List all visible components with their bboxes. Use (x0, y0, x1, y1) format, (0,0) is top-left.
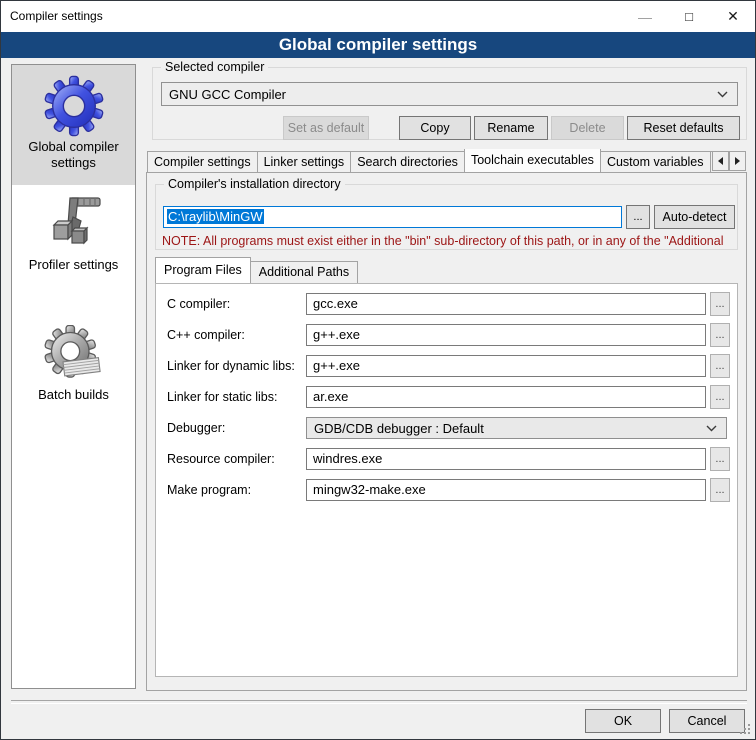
delete-button[interactable]: Delete (551, 116, 624, 140)
field-label: Make program: (167, 479, 251, 501)
auto-detect-button[interactable]: Auto-detect (654, 205, 735, 229)
field-label: Linker for dynamic libs: (167, 355, 295, 377)
c-compiler-input[interactable]: gcc.exe (306, 293, 706, 315)
cpp-compiler-input[interactable]: g++.exe (306, 324, 706, 346)
field-label: Resource compiler: (167, 448, 275, 470)
field-label: Debugger: (167, 417, 225, 439)
linker-static-row: Linker for static libs: ar.exe ... (156, 386, 737, 410)
tab-additional-paths[interactable]: Additional Paths (250, 261, 358, 283)
make-program-browse-button[interactable]: ... (710, 478, 730, 502)
copy-button[interactable]: Copy (399, 116, 471, 140)
toolchain-executables-panel: Compiler's installation directory C:\ray… (146, 172, 747, 691)
left-arrow-icon (718, 157, 723, 165)
debugger-select[interactable]: GDB/CDB debugger : Default (306, 417, 727, 439)
tab-custom-variables[interactable]: Custom variables (600, 151, 711, 172)
resource-compiler-browse-button[interactable]: ... (710, 447, 730, 471)
compiler-tabs: Compiler settings Linker settings Search… (147, 149, 712, 172)
field-label: C++ compiler: (167, 324, 245, 346)
tab-search-directories[interactable]: Search directories (350, 151, 465, 172)
tab-toolchain-executables[interactable]: Toolchain executables (464, 149, 601, 172)
group-label: Selected compiler (161, 59, 268, 75)
debugger-select-value: GDB/CDB debugger : Default (314, 421, 484, 436)
rename-button[interactable]: Rename (474, 116, 548, 140)
selected-compiler-group: Selected compiler GNU GCC Compiler Set a… (152, 67, 747, 140)
tab-scroll-right-button[interactable] (729, 151, 746, 171)
maximize-icon[interactable]: □ (667, 1, 711, 32)
program-files-tabs: Program Files Additional Paths (155, 257, 357, 283)
tab-program-files[interactable]: Program Files (155, 257, 251, 283)
window-title: Compiler settings (10, 1, 103, 32)
caption-buttons: — □ ✕ (623, 1, 755, 32)
debugger-row: Debugger: GDB/CDB debugger : Default (156, 417, 737, 441)
compiler-settings-dialog: Compiler settings — □ ✕ Global compiler … (0, 0, 756, 740)
group-label: Compiler's installation directory (164, 176, 345, 192)
footer-divider (11, 700, 747, 704)
compiler-select-value: GNU GCC Compiler (169, 87, 286, 102)
resource-compiler-input[interactable]: windres.exe (306, 448, 706, 470)
cpp-compiler-browse-button[interactable]: ... (710, 323, 730, 347)
tab-scroll-left-button[interactable] (712, 151, 729, 171)
sidebar-item-label: Profiler settings (12, 255, 135, 279)
field-label: Linker for static libs: (167, 386, 277, 408)
install-dir-browse-button[interactable]: ... (626, 205, 650, 229)
sidebar-item-profiler-settings[interactable]: Profiler settings (12, 185, 135, 301)
blue-gear-icon (12, 75, 135, 137)
ok-button[interactable]: OK (585, 709, 661, 733)
install-dir-input[interactable]: C:\raylib\MinGW (163, 206, 622, 228)
sidebar-item-label: Batch builds (12, 385, 135, 409)
note-text: NOTE: All programs must exist either in … (162, 234, 733, 248)
resource-compiler-row: Resource compiler: windres.exe ... (156, 448, 737, 472)
sidebar-item-batch-builds[interactable]: Batch builds (12, 301, 135, 419)
chevron-down-icon (706, 425, 717, 432)
c-compiler-browse-button[interactable]: ... (710, 292, 730, 316)
install-dir-selected-text: C:\raylib\MinGW (167, 209, 264, 224)
make-program-row: Make program: mingw32-make.exe ... (156, 479, 737, 503)
tab-linker-settings[interactable]: Linker settings (257, 151, 352, 172)
gray-gear-papers-icon (12, 325, 135, 385)
linker-dynamic-row: Linker for dynamic libs: g++.exe ... (156, 355, 737, 379)
sidebar-item-label: Global compiler settings (12, 137, 135, 177)
settings-category-list: Global compiler settings (11, 64, 136, 689)
resize-grip[interactable] (748, 732, 750, 734)
c-compiler-row: C compiler: gcc.exe ... (156, 293, 737, 317)
minimize-icon[interactable]: — (623, 1, 667, 32)
field-label: C compiler: (167, 293, 230, 315)
linker-static-browse-button[interactable]: ... (710, 385, 730, 409)
set-as-default-button[interactable]: Set as default (283, 116, 369, 140)
installation-directory-group: Compiler's installation directory C:\ray… (155, 184, 738, 250)
page-title: Global compiler settings (1, 32, 755, 58)
program-files-panel: C compiler: gcc.exe ... C++ compiler: g+… (155, 283, 738, 677)
linker-static-input[interactable]: ar.exe (306, 386, 706, 408)
sidebar-item-global-compiler-settings[interactable]: Global compiler settings (12, 65, 135, 185)
title-bar: Compiler settings — □ ✕ (1, 1, 755, 32)
right-arrow-icon (735, 157, 740, 165)
tab-compiler-settings[interactable]: Compiler settings (147, 151, 258, 172)
cancel-button[interactable]: Cancel (669, 709, 745, 733)
make-program-input[interactable]: mingw32-make.exe (306, 479, 706, 501)
close-icon[interactable]: ✕ (711, 1, 755, 32)
chevron-down-icon (717, 91, 728, 98)
linker-dynamic-input[interactable]: g++.exe (306, 355, 706, 377)
compiler-select[interactable]: GNU GCC Compiler (161, 82, 738, 106)
linker-dynamic-browse-button[interactable]: ... (710, 354, 730, 378)
reset-defaults-button[interactable]: Reset defaults (627, 116, 740, 140)
caliper-cubes-icon (12, 191, 135, 255)
cpp-compiler-row: C++ compiler: g++.exe ... (156, 324, 737, 348)
